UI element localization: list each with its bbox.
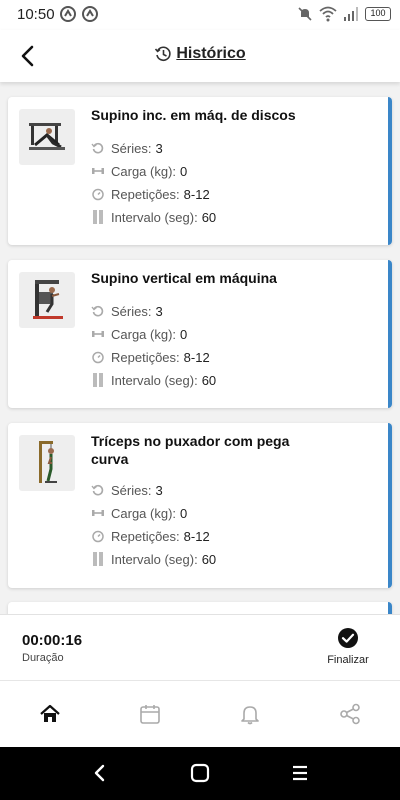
stat-reps: Repetições: 8-12 bbox=[91, 350, 210, 368]
exercise-name: Supino inc. em máq. de discos bbox=[91, 107, 296, 123]
stat-load: Carga (kg): 0 bbox=[91, 506, 187, 524]
dumbbell-icon bbox=[92, 510, 104, 516]
repeat-icon bbox=[91, 142, 104, 154]
card-accent bbox=[388, 423, 392, 588]
nav-home[interactable] bbox=[0, 681, 100, 748]
notification-icon bbox=[60, 6, 76, 22]
nav-notifications[interactable] bbox=[200, 681, 300, 748]
card-accent bbox=[388, 260, 392, 408]
status-bar: 10:50 100 bbox=[0, 0, 400, 30]
timer-value: 00:00:16 bbox=[22, 632, 83, 649]
nav-calendar[interactable] bbox=[100, 681, 200, 748]
wifi-icon bbox=[319, 6, 337, 22]
exercise-name: Supino vertical em máquina bbox=[91, 270, 277, 286]
notification-icon bbox=[82, 6, 98, 22]
stat-load: Carga (kg): 0 bbox=[91, 327, 187, 345]
repeat-icon bbox=[91, 484, 104, 496]
bottom-navigation bbox=[0, 680, 400, 747]
dumbbell-icon bbox=[92, 331, 104, 337]
stat-series: Séries: 3 bbox=[91, 483, 163, 501]
check-circle-icon bbox=[338, 628, 358, 648]
mute-icon bbox=[298, 7, 312, 21]
exercise-list[interactable]: Supino inc. em máq. de discos Séries: 3 C… bbox=[0, 82, 400, 614]
pause-icon bbox=[93, 552, 103, 566]
page-title: Histórico bbox=[176, 45, 246, 62]
battery-icon: 100 bbox=[365, 7, 391, 21]
exercise-thumbnail bbox=[19, 272, 75, 328]
home-icon bbox=[40, 704, 60, 722]
stat-reps: Repetições: 8-12 bbox=[91, 187, 210, 205]
finalize-button[interactable]: Finalizar bbox=[318, 627, 378, 671]
system-back-icon bbox=[94, 764, 105, 782]
stat-series: Séries: 3 bbox=[91, 304, 163, 322]
calendar-icon bbox=[140, 705, 160, 724]
stat-interval: Intervalo (seg): 60 bbox=[91, 373, 216, 391]
exercise-card[interactable]: Supino vertical em máquina Séries: 3 Carg… bbox=[8, 260, 392, 408]
status-time: 10:50 bbox=[17, 6, 55, 23]
timer-label: Duração bbox=[22, 652, 64, 664]
nav-share[interactable] bbox=[300, 681, 400, 748]
stat-interval: Intervalo (seg): 60 bbox=[91, 552, 216, 570]
timer-icon bbox=[92, 351, 104, 364]
workout-timer-bar: 00:00:16 Duração Finalizar bbox=[0, 614, 400, 680]
system-home-button[interactable] bbox=[188, 761, 212, 785]
finalize-label: Finalizar bbox=[327, 654, 369, 666]
stat-interval: Intervalo (seg): 60 bbox=[91, 210, 216, 228]
dumbbell-icon bbox=[92, 168, 104, 174]
stat-reps: Repetições: 8-12 bbox=[91, 529, 210, 547]
stat-series: Séries: 3 bbox=[91, 141, 163, 159]
exercise-card[interactable]: Tríceps no puxador com pega curva Séries… bbox=[8, 423, 392, 588]
exercise-name: Tríceps no puxador com pega curva bbox=[91, 433, 290, 467]
card-accent bbox=[388, 97, 392, 245]
exercise-card[interactable] bbox=[8, 602, 392, 614]
exercise-thumbnail bbox=[19, 109, 75, 165]
signal-icon bbox=[344, 7, 358, 21]
page-title-wrap: Histórico bbox=[0, 45, 400, 63]
stat-load: Carga (kg): 0 bbox=[91, 164, 187, 182]
share-icon bbox=[340, 703, 360, 725]
card-accent bbox=[388, 602, 392, 614]
pause-icon bbox=[93, 210, 103, 224]
battery-level: 100 bbox=[370, 8, 386, 18]
exercise-thumbnail bbox=[19, 435, 75, 491]
system-back-button[interactable] bbox=[88, 761, 112, 785]
pause-icon bbox=[93, 373, 103, 387]
history-icon bbox=[155, 46, 171, 62]
timer-icon bbox=[92, 530, 104, 543]
triceps-pushdown-image bbox=[39, 441, 57, 483]
system-navigation-bar bbox=[0, 747, 400, 800]
vertical-press-machine-image bbox=[33, 280, 63, 319]
system-menu-icon bbox=[293, 765, 307, 781]
bell-icon bbox=[241, 706, 259, 725]
timer-icon bbox=[92, 188, 104, 201]
exercise-card[interactable]: Supino inc. em máq. de discos Séries: 3 C… bbox=[8, 97, 392, 245]
incline-press-machine-image bbox=[29, 123, 65, 150]
system-menu-button[interactable] bbox=[288, 761, 312, 785]
repeat-icon bbox=[91, 305, 104, 317]
app-bar: Histórico bbox=[0, 30, 400, 82]
system-home-icon bbox=[190, 763, 210, 783]
